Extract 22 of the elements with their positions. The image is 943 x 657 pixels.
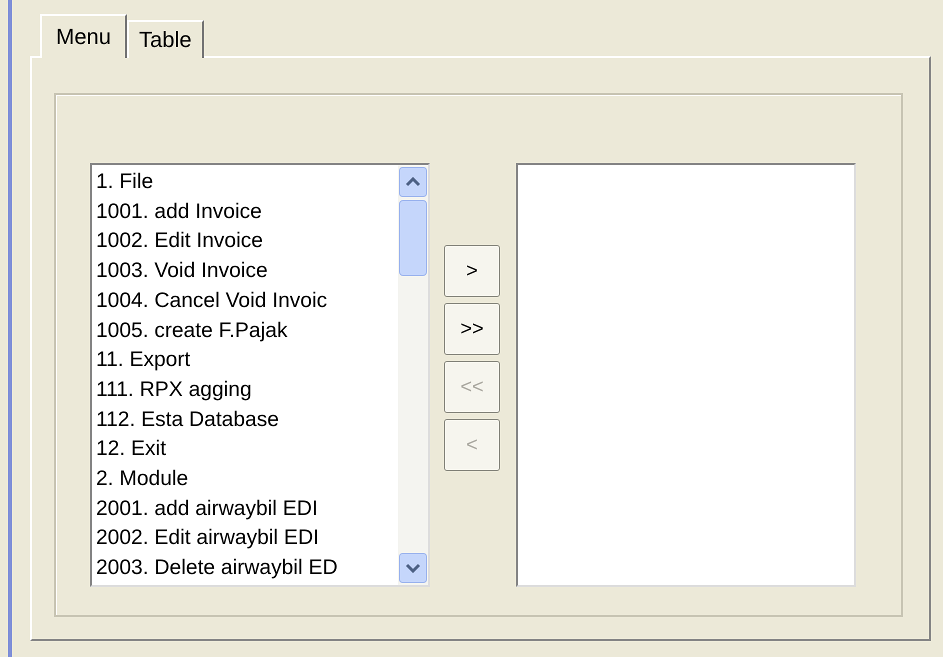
scroll-up-icon[interactable] [399,167,427,197]
list-item[interactable]: 1004. Cancel Void Invoic [96,286,394,316]
list-item[interactable]: 2001. add airwaybil EDI [96,494,394,524]
transfer-button[interactable]: > [444,245,500,297]
list-item[interactable]: 2002. Edit airwaybil EDI [96,523,394,554]
scroll-down-icon[interactable] [399,553,427,583]
list-item[interactable]: 12. Exit [96,434,394,464]
list-item[interactable]: 112. Esta Database [96,404,394,434]
tab[interactable]: Table [127,20,204,58]
list-item[interactable]: 1005. create F.Pajak [96,316,394,346]
scrollbar[interactable] [398,165,428,585]
scroll-thumb[interactable] [399,200,427,276]
list-item[interactable]: 1001. add Invoice [96,196,394,226]
list-item[interactable]: 1003. Void Invoice [96,256,394,286]
list-item[interactable]: 2003. Delete airwaybil ED [96,553,394,583]
tab[interactable]: Menu [40,14,128,58]
list-item[interactable]: 2. Module [96,464,394,494]
transfer-button[interactable]: >> [444,303,500,355]
list-item[interactable]: 1002. Edit Invoice [96,226,394,256]
list-item[interactable]: 1. File [96,167,394,197]
list-item[interactable]: 111. RPX agging [96,374,394,405]
list-item[interactable]: 11. Export [96,345,394,375]
